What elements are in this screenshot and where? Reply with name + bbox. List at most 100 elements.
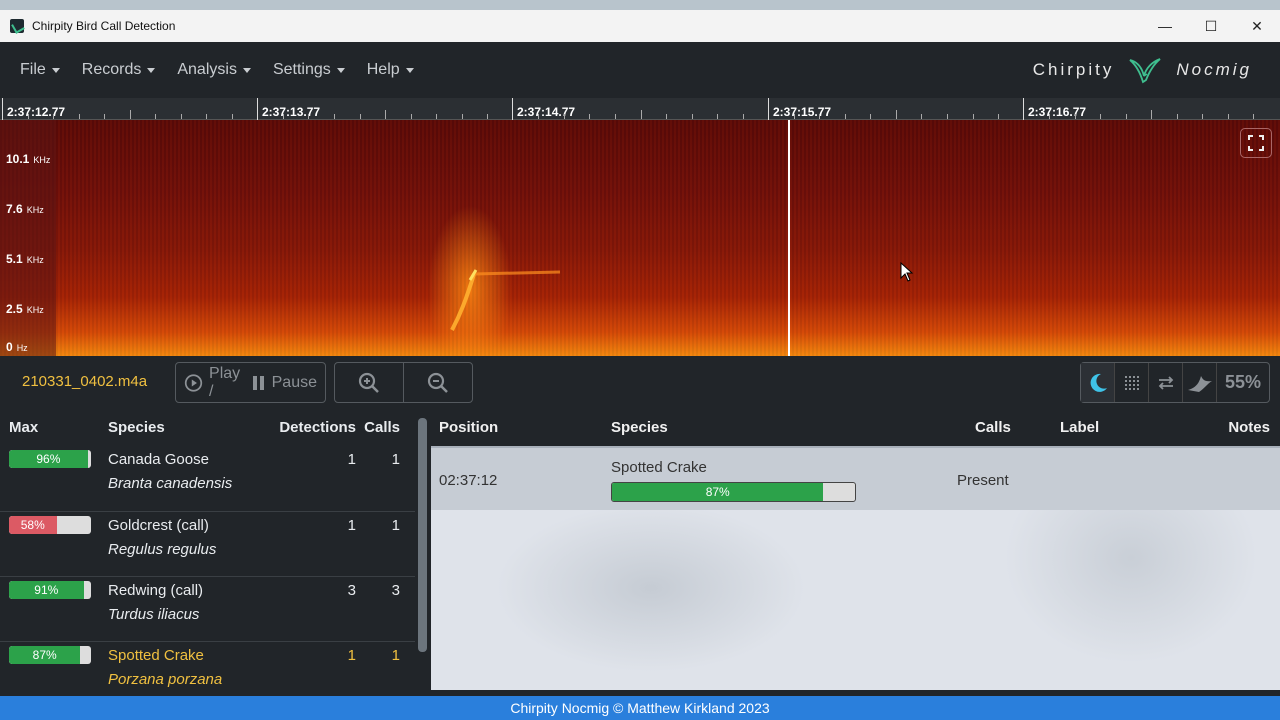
summary-header-max[interactable]: Max (0, 419, 100, 436)
playhead-cursor[interactable] (788, 120, 790, 356)
species-scientific-name: Branta canadensis (108, 475, 233, 492)
desktop-strip (0, 0, 1280, 10)
play-icon (184, 373, 203, 392)
minimize-button[interactable]: — (1142, 10, 1188, 42)
swap-button[interactable] (1149, 363, 1183, 402)
summary-header-detections[interactable]: Detections (260, 419, 360, 436)
menu-settings-label: Settings (272, 61, 331, 78)
summary-row[interactable]: 96% Canada Goose Branta canadensis 1 1 (0, 446, 415, 511)
results-header: Position Species Calls Label Notes (431, 408, 1280, 446)
max-confidence-text: 87% (32, 648, 57, 662)
play-button[interactable]: Play / (176, 363, 252, 402)
summary-calls: 3 (391, 582, 400, 599)
play-pause-group: Play / Pause (175, 362, 326, 403)
timeline-minor-tick (206, 114, 208, 119)
timeline-minor-tick (53, 114, 55, 119)
results-header-calls[interactable]: Calls (975, 419, 1011, 436)
summary-rows: 96% Canada Goose Branta canadensis 1 1 58% Gol… (0, 446, 415, 690)
zoom-group (334, 362, 473, 403)
result-confidence-text: 87% (705, 485, 730, 499)
species-common-name: Goldcrest (call) (108, 517, 209, 534)
menu-file[interactable]: File (20, 61, 60, 79)
timeline-minor-tick (308, 114, 310, 119)
max-confidence-bar: 96% (9, 450, 91, 468)
timeline-minor-tick (461, 114, 463, 119)
brand-logo: Chirpity Nocmig (1033, 56, 1252, 84)
timeline-minor-tick (844, 114, 846, 119)
timeline-minor-tick (78, 114, 80, 119)
timeline-minor-tick (742, 114, 744, 119)
summary-max: 87% (0, 644, 100, 664)
fullscreen-button[interactable] (1240, 128, 1272, 158)
scrollbar-thumb[interactable] (418, 418, 427, 652)
summary-max: 58% (0, 514, 100, 534)
menu-records-label: Records (81, 61, 142, 78)
summary-scrollbar[interactable] (415, 408, 431, 690)
results-header-position[interactable]: Position (439, 419, 498, 436)
pause-button[interactable]: Pause (252, 363, 325, 402)
bird-filter-button[interactable] (1183, 363, 1217, 402)
results-header-notes[interactable]: Notes (1228, 419, 1270, 436)
grid-toggle-button[interactable] (1115, 363, 1149, 402)
results-row[interactable]: 02:37:12 Spotted Crake 87% Present (431, 446, 1280, 510)
nocmig-mode-button[interactable] (1081, 363, 1115, 402)
menu-help-label: Help (366, 61, 400, 78)
maximize-button[interactable]: ☐ (1188, 10, 1234, 42)
pause-icon (252, 375, 264, 390)
summary-calls: 1 (391, 451, 400, 468)
summary-max: 96% (0, 448, 100, 468)
timeline-minor-tick (180, 114, 182, 119)
summary-header-species[interactable]: Species (100, 419, 260, 436)
max-confidence-bar: 87% (9, 646, 91, 664)
results-header-label[interactable]: Label (1060, 419, 1099, 436)
timeline-minor-tick (563, 114, 565, 119)
close-button[interactable]: ✕ (1234, 10, 1280, 42)
summary-header-calls[interactable]: Calls (360, 419, 408, 436)
zoom-out-button[interactable] (404, 363, 472, 402)
timeline-tick-label: 2:37:15.77 (773, 105, 832, 119)
bird-icon (1187, 375, 1212, 392)
caret-down-icon (405, 67, 414, 73)
summary-calls: 1 (391, 517, 400, 534)
summary-row[interactable]: 91% Redwing (call) Turdus iliacus 3 3 (0, 576, 415, 641)
timeline-minor-tick (1074, 114, 1076, 119)
summary-max: 91% (0, 579, 100, 599)
menu-settings[interactable]: Settings (273, 61, 345, 79)
species-summary-table: Max Species Detections Calls 96% Canada G… (0, 408, 415, 690)
result-calls: Present (957, 472, 1009, 489)
summary-row[interactable]: 58% Goldcrest (call) Regulus regulus 1 1 (0, 511, 415, 576)
timeline-minor-tick (410, 114, 412, 119)
timeline-minor-tick (385, 110, 387, 119)
max-confidence-text: 91% (34, 583, 59, 597)
timeline-minor-tick (1125, 114, 1127, 119)
result-position: 02:37:12 (439, 472, 498, 489)
mouse-cursor-icon (900, 262, 914, 282)
timeline-tick-label: 2:37:12.77 (7, 105, 66, 119)
results-header-species[interactable]: Species (611, 419, 668, 436)
timeline-minor-tick (1151, 110, 1153, 119)
menu-help[interactable]: Help (367, 61, 414, 79)
timeline-minor-tick (640, 110, 642, 119)
zoom-percentage[interactable]: 55% (1217, 363, 1269, 402)
menu-analysis[interactable]: Analysis (177, 61, 251, 79)
brand-right: Nocmig (1176, 60, 1252, 79)
menu-file-label: File (20, 61, 46, 78)
timeline-ruler[interactable]: 2:37:12.77 2:37:13.77 2:37:14.77 2:37:15… (0, 98, 1280, 120)
arrows-exchange-icon (1158, 375, 1173, 390)
zoom-out-icon (427, 372, 448, 393)
zoom-in-button[interactable] (335, 363, 403, 402)
summary-species: Spotted Crake Porzana porzana (100, 644, 268, 690)
freq-label: 7.6 KHz (6, 202, 44, 216)
menu-records[interactable]: Records (82, 61, 156, 79)
playback-controls: 210331_0402.m4a Play / Pause 55% (0, 356, 1280, 408)
max-confidence-text: 96% (36, 452, 61, 466)
timeline-minor-tick (972, 114, 974, 119)
spectrogram[interactable]: 10.1 KHz 7.6 KHz 5.1 KHz 2.5 KHz 0 Hz (0, 120, 1280, 356)
caret-down-icon (336, 67, 345, 73)
species-common-name: Spotted Crake (108, 647, 204, 664)
window-title: Chirpity Bird Call Detection (32, 19, 176, 33)
timeline-minor-tick (1049, 114, 1051, 119)
max-confidence-text: 58% (20, 518, 45, 532)
timeline-minor-tick (334, 114, 336, 119)
summary-row[interactable]: 87% Spotted Crake Porzana porzana 1 1 (0, 641, 415, 690)
